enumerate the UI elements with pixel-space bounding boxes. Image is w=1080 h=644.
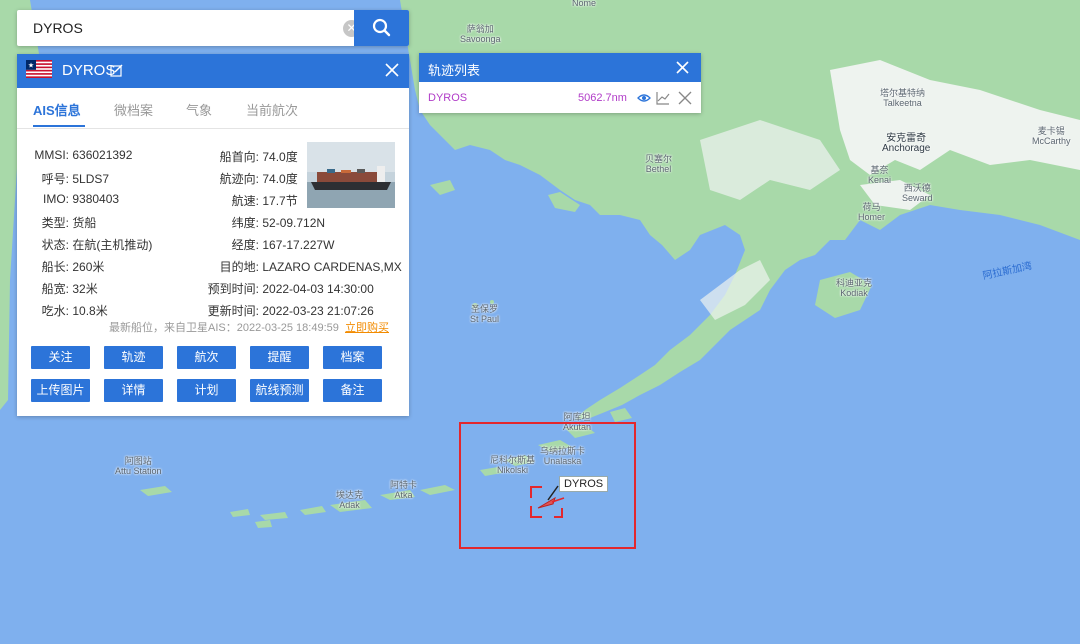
follow-button[interactable]: 关注: [31, 346, 90, 369]
info-speed: 航速: 17.7节: [231, 194, 298, 208]
tab-micro-archive[interactable]: 微档案: [114, 100, 153, 119]
map-label-anchorage: 安克雷奇 Anchorage: [882, 133, 931, 154]
map-label-kenai: 基奈 Kenai: [868, 165, 892, 185]
ship-info-panel: ★ DYROS AIS信息 微档案 气象 当前航次 MMSI: 63602139…: [17, 54, 409, 416]
track-button[interactable]: 轨迹: [104, 346, 163, 369]
tab-current-voyage[interactable]: 当前航次: [246, 100, 298, 119]
info-callsign: 呼号: 5LDS7: [41, 172, 110, 186]
close-icon[interactable]: [385, 63, 399, 77]
ship-map-tag[interactable]: DYROS: [559, 476, 609, 492]
info-latitude: 纬度: 52-09.712N: [231, 216, 326, 230]
info-destination: 目的地: LAZARO CARDENAS,MX: [219, 260, 402, 274]
map-label-seward: 西沃德 Seward: [902, 183, 933, 203]
map-label-st-paul: 圣保罗 St Paul: [470, 304, 500, 324]
route-forecast-button[interactable]: 航线预测: [250, 379, 309, 402]
tab-weather[interactable]: 气象: [186, 100, 212, 119]
chart-line-icon[interactable]: [656, 91, 670, 105]
info-type: 类型: 货船: [41, 216, 97, 230]
info-mmsi: MMSI: 636021392: [34, 148, 133, 162]
latest-position-note: 最新船位，来自卫星AIS：2022-03-25 18:49:59 立即购买: [109, 322, 389, 334]
map-label-homer: 荷马 Homer: [858, 202, 886, 222]
info-status: 状态: 在航(主机推动): [41, 238, 153, 252]
info-course: 航迹向: 74.0度: [219, 172, 298, 186]
svg-text:★: ★: [28, 62, 34, 70]
ship-panel-header: ★ DYROS: [17, 54, 409, 88]
info-eta: 预到时间: 2022-04-03 14:30:00: [207, 282, 374, 296]
track-list-header: 轨迹列表: [419, 53, 701, 82]
track-list-title: 轨迹列表: [428, 63, 481, 78]
map-label-savoonga: 萨翁加 Savoonga: [460, 24, 501, 44]
active-tab-indicator: [33, 125, 85, 127]
map-label-nome: Nome: [572, 0, 597, 8]
delete-icon[interactable]: [678, 91, 692, 105]
buy-now-link[interactable]: 立即购买: [345, 322, 389, 334]
map-label-attu-station: 阿图站 Attu Station: [115, 456, 162, 476]
track-list-panel: 轨迹列表 DYROS 5062.7nm: [419, 53, 701, 113]
map-label-atka: 阿特卡 Atka: [390, 480, 418, 500]
eye-icon[interactable]: [637, 91, 651, 105]
map-label-talkeetna: 塔尔基特纳 Talkeetna: [880, 88, 926, 108]
ship-photo[interactable]: [307, 142, 395, 208]
ship-name-title: DYROS: [62, 62, 116, 79]
search-input[interactable]: [17, 10, 333, 46]
tab-ais-info[interactable]: AIS信息: [33, 100, 81, 119]
info-draught: 吃水: 10.8米: [41, 304, 108, 318]
search-icon: [372, 18, 391, 37]
info-heading: 船首向: 74.0度: [219, 150, 298, 164]
ship-tabs: AIS信息 微档案 气象 当前航次: [17, 88, 409, 129]
map-label-bethel: 贝塞尔 Bethel: [645, 154, 673, 174]
archive-button[interactable]: 档案: [323, 346, 382, 369]
search-bar: ✕: [17, 10, 409, 46]
notes-button[interactable]: 备注: [323, 379, 382, 402]
search-button[interactable]: [354, 10, 409, 46]
info-longitude: 经度: 167-17.227W: [231, 238, 335, 252]
upload-photo-button[interactable]: 上传图片: [31, 379, 90, 402]
details-button[interactable]: 详情: [104, 379, 163, 402]
alert-button[interactable]: 提醒: [250, 346, 309, 369]
close-icon[interactable]: [676, 61, 689, 74]
track-list-item[interactable]: DYROS 5062.7nm: [419, 82, 701, 113]
info-length: 船长: 260米: [41, 260, 105, 274]
map-label-kodiak: 科迪亚克 Kodiak: [836, 278, 873, 298]
track-distance: 5062.7nm: [578, 92, 627, 104]
edit-icon[interactable]: [110, 64, 123, 77]
plan-button[interactable]: 计划: [177, 379, 236, 402]
voyage-button[interactable]: 航次: [177, 346, 236, 369]
map-label-adak: 埃达克 Adak: [336, 490, 364, 510]
info-imo: IMO: 9380403: [43, 192, 120, 206]
track-ship-name: DYROS: [428, 92, 468, 104]
liberia-flag-icon: ★: [26, 60, 52, 78]
info-beam: 船宽: 32米: [41, 282, 98, 296]
map-label-mccarthy: 麦卡锡 McCarthy: [1032, 126, 1071, 146]
info-updated: 更新时间: 2022-03-23 21:07:26: [207, 304, 374, 318]
